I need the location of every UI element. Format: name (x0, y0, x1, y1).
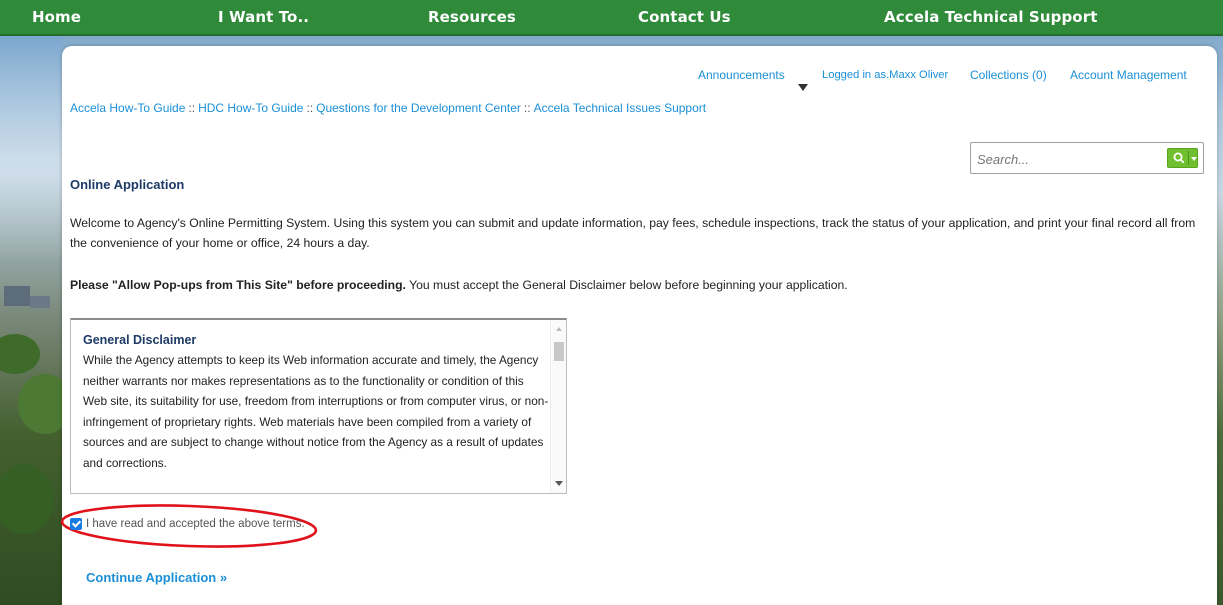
search-box (970, 142, 1204, 174)
scrollbar-thumb[interactable] (554, 342, 564, 361)
search-icon (1173, 152, 1185, 164)
announcements-link[interactable]: Announcements (698, 68, 785, 82)
general-disclaimer-box[interactable]: General Disclaimer While the Agency atte… (70, 318, 567, 494)
caret-down-icon[interactable] (798, 84, 808, 91)
accept-terms-row[interactable]: I have read and accepted the above terms… (70, 516, 305, 532)
breadcrumb: Accela How-To Guide:: HDC How-To Guide:: Q… (70, 101, 706, 115)
nav-contact-us[interactable]: Contact Us (638, 0, 731, 34)
background-scenery (0, 34, 72, 605)
account-management-link[interactable]: Account Management (1070, 68, 1187, 82)
background-tree (0, 464, 54, 534)
search-dropdown-caret-icon[interactable] (1191, 157, 1197, 161)
page-title: Online Application (70, 177, 185, 192)
popup-notice: Please "Allow Pop-ups from This Site" be… (70, 278, 1210, 292)
popup-notice-rest: You must accept the General Disclaimer b… (405, 278, 848, 292)
breadcrumb-separator: :: (188, 101, 196, 115)
breadcrumb-separator: :: (306, 101, 314, 115)
background-building (4, 286, 30, 306)
collections-link[interactable]: Collections (0) (970, 68, 1047, 82)
disclaimer-body: While the Agency attempts to keep its We… (83, 353, 549, 470)
breadcrumb-accela-how-to-guide[interactable]: Accela How-To Guide (70, 101, 185, 115)
main-content-panel: Announcements Logged in as.Maxx Oliver C… (60, 46, 1217, 605)
background-tree (0, 334, 40, 374)
scroll-down-arrow-icon[interactable] (555, 481, 563, 486)
nav-home[interactable]: Home (32, 0, 81, 34)
search-button-divider (1188, 151, 1189, 165)
continue-application-link[interactable]: Continue Application » (86, 570, 227, 585)
breadcrumb-accela-technical-issues-support[interactable]: Accela Technical Issues Support (534, 101, 707, 115)
disclaimer-title: General Disclaimer (83, 333, 197, 347)
breadcrumb-questions-development-center[interactable]: Questions for the Development Center (316, 101, 521, 115)
disclaimer-scrollbar[interactable] (550, 320, 566, 493)
welcome-text: Welcome to Agency's Online Permitting Sy… (70, 216, 1196, 250)
popup-notice-bold: Please "Allow Pop-ups from This Site" be… (70, 278, 406, 292)
nav-accela-technical-support[interactable]: Accela Technical Support (884, 0, 1097, 34)
accept-terms-label[interactable]: I have read and accepted the above terms… (86, 518, 305, 530)
search-button[interactable] (1167, 148, 1198, 168)
background-building (30, 296, 50, 308)
scroll-up-arrow-icon[interactable] (556, 327, 562, 331)
checkbox-checked-icon[interactable] (70, 518, 82, 530)
logged-in-user-link[interactable]: Logged in as.Maxx Oliver (822, 69, 948, 81)
nav-i-want-to[interactable]: I Want To.. (218, 0, 309, 34)
top-navigation-bar: Home I Want To.. Resources Contact Us Ac… (0, 0, 1223, 36)
nav-resources[interactable]: Resources (428, 0, 516, 34)
breadcrumb-hdc-how-to-guide[interactable]: HDC How-To Guide (198, 101, 303, 115)
search-input[interactable] (977, 149, 1137, 169)
breadcrumb-separator: :: (523, 101, 531, 115)
